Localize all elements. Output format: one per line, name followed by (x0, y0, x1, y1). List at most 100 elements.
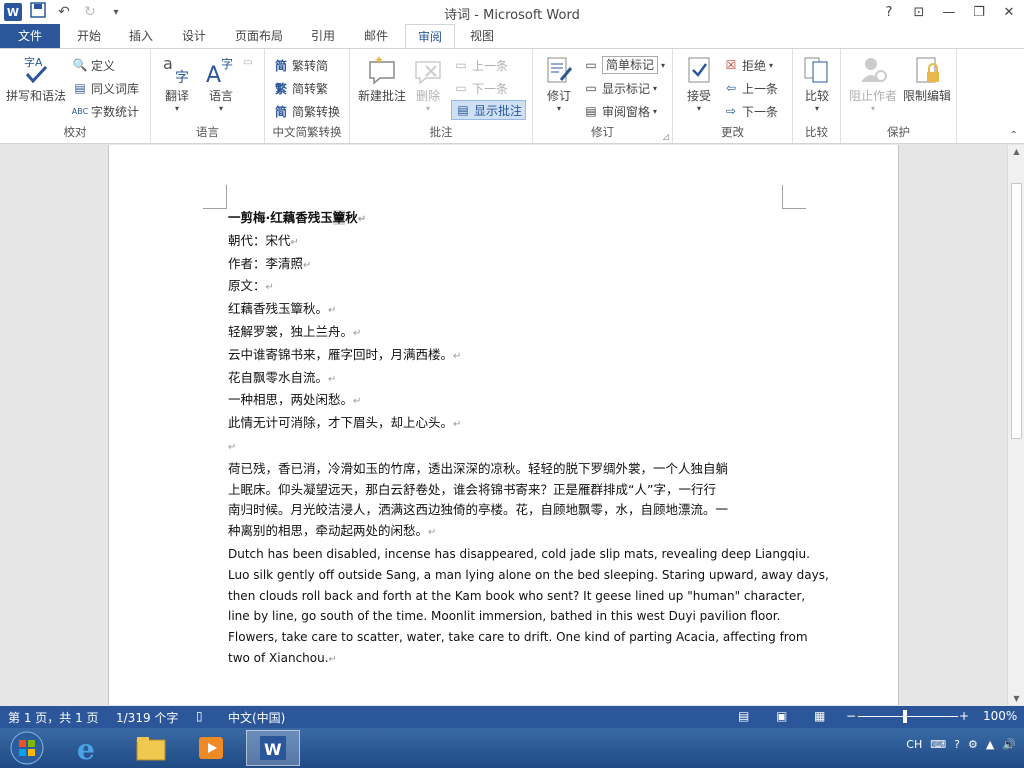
scroll-up-icon[interactable]: ▲ (1008, 147, 1024, 156)
ribbon-display-options-button[interactable]: ⊡ (904, 0, 934, 24)
zoom-out-icon[interactable]: − (846, 709, 856, 723)
next-change-icon: ⇨ (725, 104, 737, 118)
zoom-slider-thumb[interactable] (903, 710, 907, 723)
selected-character: 簟 (332, 210, 346, 225)
new-comment-button[interactable]: ✦ 新建批注 (356, 53, 408, 104)
language-icon: A字 (204, 53, 238, 87)
block-authors-button[interactable]: 阻止作者 ▾ (847, 53, 899, 113)
show-markup-button[interactable]: ▭ 显示标记 ▾ (583, 78, 657, 98)
poem-line: 云中谁寄锦书来，雁字回时，月满西楼。↵ (228, 346, 462, 362)
input-method-indicator[interactable]: CH (906, 738, 922, 751)
en-translation-line: then clouds roll back and forth at the K… (228, 588, 806, 603)
tab-design[interactable]: 设计 (177, 24, 211, 48)
vertical-scrollbar[interactable]: ▲ ▼ (1007, 145, 1024, 705)
cn-translation-line: 南归时候。月光皎洁浸人，洒满这西边独倚的亭楼。花，自顾地飘零，水，自顾地漂流。一 (228, 502, 729, 518)
reviewing-pane-button[interactable]: ▤ 审阅窗格 ▾ (583, 101, 657, 121)
translate-button[interactable]: a字 翻译 ▾ (157, 53, 197, 113)
document-body[interactable]: 一剪梅·红藕香残玉簟秋↵ 朝代：宋代↵ 作者：李清照↵ 原文：↵ 红藕香残玉簟秋… (228, 208, 829, 671)
tab-insert[interactable]: 插入 (124, 24, 158, 48)
page-number-status[interactable]: 第 1 页，共 1 页 (8, 709, 99, 726)
reviewing-pane-icon: ▤ (585, 104, 597, 118)
internet-explorer-icon[interactable]: e (62, 730, 116, 766)
thesaurus-icon: ▤ (74, 81, 86, 95)
media-player-icon[interactable] (184, 730, 238, 766)
empty-paragraph: ↵ (228, 441, 237, 453)
poem-author: 作者：李清照↵ (228, 255, 312, 271)
spelling-grammar-button[interactable]: 字A 拼写和语法 (4, 53, 68, 104)
delete-comment-icon (411, 53, 445, 87)
show-comments-button[interactable]: ▤ 显示批注 (451, 100, 527, 120)
show-hidden-icons-icon[interactable]: ▲ (986, 738, 994, 751)
language-extra-icon: ▭ (243, 57, 253, 68)
previous-comment-button[interactable]: ▭ 上一条 (453, 55, 508, 75)
status-bar: 第 1 页，共 1 页 1/319 个字 ▯ 中文(中国) ▤ ▣ ▦ − + … (0, 706, 1024, 728)
next-comment-button[interactable]: ▭ 下一条 (453, 78, 508, 98)
delete-comment-button[interactable]: 删除 ▾ (408, 53, 448, 113)
zoom-in-icon[interactable]: + (959, 709, 969, 723)
thesaurus-button[interactable]: ▤ 同义词库 (72, 78, 139, 98)
language-button[interactable]: A字 语言 ▾ (201, 53, 241, 113)
scroll-down-icon[interactable]: ▼ (1008, 694, 1024, 703)
next-change-button[interactable]: ⇨ 下一条 (723, 101, 778, 121)
svg-text:字A: 字A (24, 55, 43, 69)
group-proofing: 字A 拼写和语法 🔍 定义 ▤ 同义词库 ABC 字数统计 校对 (0, 49, 151, 143)
volume-icon[interactable]: 🔊 (1002, 738, 1016, 751)
document-page[interactable]: 一剪梅·红藕香残玉簟秋↵ 朝代：宋代↵ 作者：李清照↵ 原文：↵ 红藕香残玉簟秋… (108, 145, 899, 705)
reject-button[interactable]: ☒ 拒绝 ▾ (723, 55, 773, 75)
ribbon-tabs: 文件 开始 插入 设计 页面布局 引用 邮件 审阅 视图 登录 (0, 24, 1024, 65)
track-changes-button[interactable]: 修订 ▾ (539, 53, 579, 113)
zoom-slider[interactable] (858, 716, 958, 717)
tracking-options-launcher-icon[interactable]: ◿ (663, 132, 669, 141)
print-layout-icon[interactable]: ▣ (776, 709, 787, 723)
start-button[interactable] (0, 730, 54, 766)
simplified-to-traditional-button[interactable]: 繁 简转繁 (273, 78, 328, 98)
read-mode-icon[interactable]: ▤ (738, 709, 749, 723)
tab-file[interactable]: 文件 (0, 24, 60, 48)
word-count-button[interactable]: ABC 字数统计 (72, 101, 139, 121)
define-button[interactable]: 🔍 定义 (72, 55, 116, 75)
help-tray-icon[interactable]: ? (954, 738, 960, 751)
restrict-editing-icon (910, 53, 944, 87)
scrollbar-thumb[interactable] (1011, 183, 1022, 439)
poem-line: 轻解罗裳，独上兰舟。↵ (228, 323, 362, 339)
translate-icon: a字 (160, 53, 194, 87)
tab-references[interactable]: 引用 (306, 24, 340, 48)
tab-view[interactable]: 视图 (465, 24, 499, 48)
chinese-conversion-button[interactable]: 简 简繁转换 (273, 101, 340, 121)
traditional-to-simplified-button[interactable]: 简 繁转简 (273, 55, 328, 75)
restrict-editing-button[interactable]: 限制编辑 (901, 53, 953, 104)
cn-translation-line: 种离别的相思，牵动起两处的闲愁。↵ (228, 523, 437, 539)
keyboard-icon[interactable]: ⌨ (930, 738, 946, 751)
proofing-status-icon[interactable]: ▯ (196, 709, 203, 723)
document-area: 一剪梅·红藕香残玉簟秋↵ 朝代：宋代↵ 作者：李清照↵ 原文：↵ 红藕香残玉簟秋… (0, 145, 1007, 705)
show-comments-icon: ▤ (457, 103, 469, 117)
minimize-button[interactable]: — (934, 0, 964, 24)
tab-mailings[interactable]: 邮件 (359, 24, 393, 48)
cn-translation-line: 荷已残，香已消，冷滑如玉的竹席，透出深深的凉秋。轻轻的脱下罗绸外裳，一个人独自躺 (228, 460, 729, 476)
file-explorer-icon[interactable] (124, 730, 178, 766)
poem-line: 花自飘零水自流。↵ (228, 369, 337, 385)
close-button[interactable]: ✕ (994, 0, 1024, 24)
zoom-level[interactable]: 100% (983, 709, 1017, 723)
tab-review[interactable]: 审阅 (405, 24, 455, 49)
restore-button[interactable]: ❐ (964, 0, 994, 24)
collapse-ribbon-icon[interactable]: ⌃ (1010, 130, 1018, 141)
svg-text:W: W (264, 740, 282, 759)
word-taskbar-icon[interactable]: W (246, 730, 300, 766)
previous-change-button[interactable]: ⇦ 上一条 (723, 78, 778, 98)
word-count-status[interactable]: 1/319 个字 (116, 709, 178, 726)
en-translation-line: Flowers, take care to scatter, water, ta… (228, 630, 808, 645)
language-status[interactable]: 中文(中国) (228, 709, 285, 726)
tab-home[interactable]: 开始 (72, 24, 106, 48)
ime-settings-icon[interactable]: ⚙ (968, 738, 978, 751)
poem-line: 红藕香残玉簟秋。↵ (228, 301, 337, 317)
compare-button[interactable]: 比较 ▾ (797, 53, 837, 113)
markup-display-select[interactable]: ▭ 简单标记 ▾ (583, 55, 665, 75)
help-button[interactable]: ? (874, 0, 904, 24)
convert-icon: 简 (274, 104, 287, 119)
track-changes-icon (542, 53, 576, 87)
tab-layout[interactable]: 页面布局 (230, 24, 288, 48)
accept-button[interactable]: 接受 ▾ (679, 53, 719, 113)
word-count-icon: ABC (71, 106, 89, 116)
web-layout-icon[interactable]: ▦ (814, 709, 825, 723)
